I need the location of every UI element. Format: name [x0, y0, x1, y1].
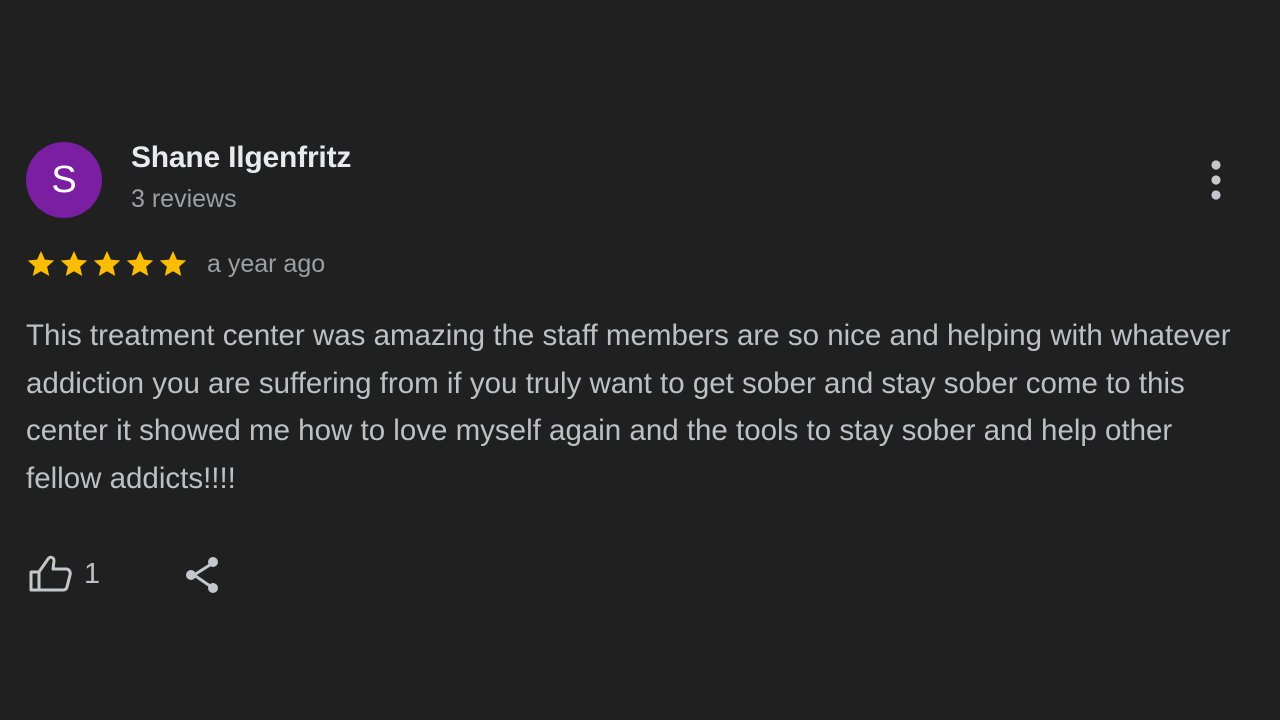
review-date: a year ago: [207, 250, 326, 278]
like-count: 1: [84, 557, 101, 590]
star-icon: [125, 249, 155, 279]
share-button[interactable]: [180, 552, 226, 598]
author-name[interactable]: Shane Ilgenfritz: [131, 141, 351, 175]
star-icon: [158, 249, 188, 279]
star-icon: [92, 249, 122, 279]
share-icon: [186, 557, 218, 593]
more-options-button[interactable]: [1196, 156, 1236, 204]
thumbs-up-icon: [26, 550, 74, 598]
star-rating: [26, 248, 191, 280]
avatar-initial: S: [51, 159, 77, 201]
like-button[interactable]: 1: [26, 550, 100, 598]
review-card: S Shane Ilgenfritz 3 reviews a year ago …: [0, 0, 1280, 720]
avatar[interactable]: S: [26, 142, 102, 218]
star-icon: [26, 249, 56, 279]
review-text: This treatment center was amazing the st…: [26, 319, 1231, 495]
review-count[interactable]: 3 reviews: [131, 185, 237, 214]
star-icon: [59, 249, 89, 279]
more-vert-icon: [1211, 160, 1221, 200]
